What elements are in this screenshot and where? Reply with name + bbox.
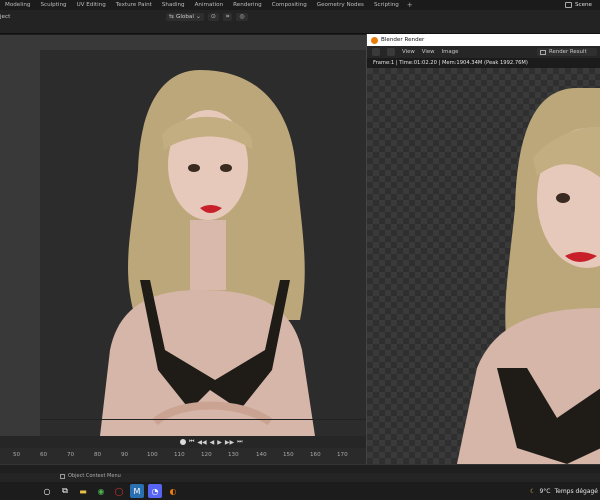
viewport-character-render [100,70,315,436]
view-mode-icon[interactable] [387,48,395,56]
render-window-titlebar[interactable]: Blender Render [367,34,600,46]
blender-icon[interactable]: ◐ [166,484,180,498]
jump-start-icon[interactable]: ⏮ [189,438,194,446]
app-m-icon[interactable]: M [130,484,144,498]
render-window: Blender Render View View Image Render Re… [366,34,600,464]
tick-label: 100 [147,452,158,458]
mouse-right-icon [60,473,65,479]
temperature[interactable]: 9°C [539,488,550,495]
timeline-ruler[interactable]: 50 60 70 80 90 100 110 120 130 140 150 1… [0,448,366,464]
3d-viewport[interactable] [0,35,366,436]
menu-view-2[interactable]: View [422,49,435,55]
orientation-label: Global [176,14,194,20]
image-icon [540,49,546,55]
tab-modeling[interactable]: Modeling [0,0,35,10]
render-window-title: Blender Render [381,37,425,43]
playback-controls: ⏮ ◀◀ ◀ ▶ ▶▶ ⏭ [180,438,243,446]
camera-frame-line [40,419,366,420]
scene-label: Scene [574,2,592,8]
context-menu-label: Object Context Menu [68,473,121,479]
task-view-icon[interactable]: ⧉ [58,484,72,498]
orientation-dropdown[interactable]: ⇆ Global ⌄ [166,13,204,21]
search-circle-icon[interactable]: ○ [40,484,54,498]
render-info: Frame:1 | Time:01:02.20 | Mem:1904.34M (… [367,58,600,68]
chevron-down-icon: ⌄ [195,13,201,20]
image-editor-header: View View Image Render Result [367,46,600,58]
pivot-button[interactable]: ⊙ [207,13,219,21]
workspace-bar: Modeling Sculpting UV Editing Texture Pa… [0,0,600,10]
tick-label: 90 [121,452,129,458]
transform-tools: ⇆ Global ⌄ ⊙ ⌗ ◎ [166,13,248,21]
tab-scripting[interactable]: Scripting [369,0,404,10]
scene-selector[interactable]: Scene [564,0,600,10]
jump-keyframe-forward-icon[interactable]: ▶▶ [225,439,234,446]
jump-keyframe-back-icon[interactable]: ◀◀ [197,439,206,446]
add-workspace-button[interactable]: + [404,1,416,9]
record-icon[interactable] [180,439,186,445]
file-explorer-icon[interactable]: ▬ [76,484,90,498]
render-character-image [457,88,600,464]
proportional-icon: ◎ [239,13,245,20]
tick-label: 70 [67,452,75,458]
chrome-icon[interactable]: ◉ [94,484,108,498]
tab-geometry-nodes[interactable]: Geometry Nodes [312,0,369,10]
context-menu-hint: Object Context Menu [60,473,121,479]
tick-label: 160 [310,452,321,458]
tab-animation[interactable]: Animation [190,0,229,10]
object-mode-menu[interactable]: ject [0,14,10,20]
tick-label: 170 [337,452,348,458]
pivot-icon: ⊙ [210,13,216,20]
tab-texture-paint[interactable]: Texture Paint [111,0,157,10]
tick-label: 130 [228,452,239,458]
tick-label: 60 [40,452,48,458]
opera-icon[interactable]: ◯ [112,484,126,498]
tick-label: 80 [94,452,102,458]
tick-label: 50 [13,452,21,458]
play-reverse-icon[interactable]: ◀ [210,439,215,446]
tick-label: 140 [256,452,267,458]
render-result-label: Render Result [549,49,587,55]
editor-type-icon[interactable] [372,48,380,56]
status-strip [0,464,600,473]
discord-icon[interactable]: ◔ [148,484,162,498]
render-result-dropdown[interactable]: Render Result [537,48,597,56]
tab-compositing[interactable]: Compositing [267,0,312,10]
windows-taskbar: ○ ⧉ ▬ ◉ ◯ M ◔ ◐ [0,482,600,500]
menu-image[interactable]: Image [442,49,459,55]
tab-shading[interactable]: Shading [157,0,190,10]
blender-logo-icon [371,36,378,44]
viewport-header [0,10,600,34]
proportional-button[interactable]: ◎ [236,13,248,21]
system-tray: ☾ 9°C Temps dégagé [530,482,600,500]
tick-label: 110 [174,452,185,458]
orientation-icon: ⇆ [169,13,175,20]
tab-uv-editing[interactable]: UV Editing [72,0,111,10]
tab-rendering[interactable]: Rendering [228,0,267,10]
tick-label: 120 [201,452,212,458]
render-canvas[interactable] [367,68,600,464]
moon-icon: ☾ [530,487,536,495]
snap-icon: ⌗ [225,13,230,20]
play-icon[interactable]: ▶ [217,439,222,446]
scene-icon [564,2,572,8]
jump-end-icon[interactable]: ⏭ [237,438,242,446]
snap-button[interactable]: ⌗ [222,13,233,21]
menu-view-1[interactable]: View [402,49,415,55]
weather-text[interactable]: Temps dégagé [554,488,598,495]
tick-label: 150 [283,452,294,458]
tab-sculpting[interactable]: Sculpting [35,0,71,10]
